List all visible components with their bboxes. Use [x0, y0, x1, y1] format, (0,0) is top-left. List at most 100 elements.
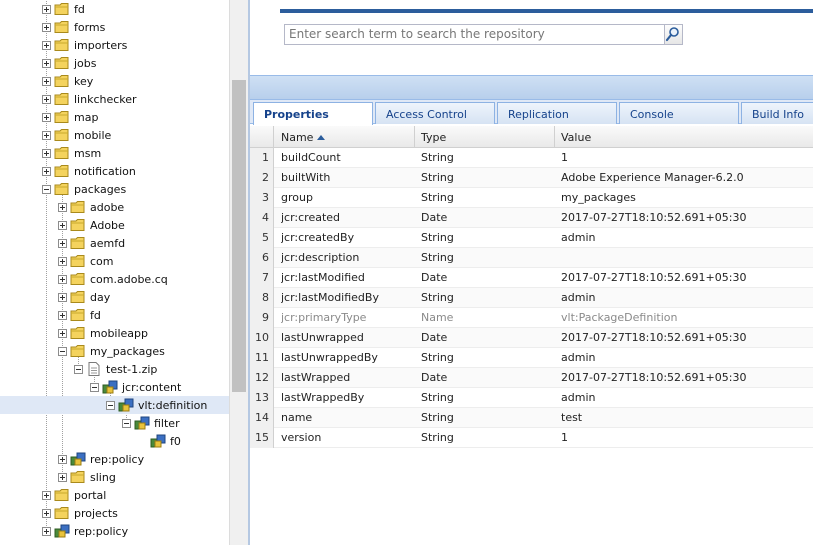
table-row[interactable]: 14 name String test	[250, 408, 813, 428]
tree-node[interactable]: projects	[0, 504, 229, 522]
tree-node[interactable]: rep:policy	[0, 522, 229, 540]
tree-node[interactable]: rep:policy	[0, 450, 229, 468]
expand-icon[interactable]	[58, 472, 67, 482]
tab-access-control[interactable]: Access Control	[375, 102, 495, 124]
tree-node[interactable]: forms	[0, 18, 229, 36]
tree-node[interactable]: packages	[0, 180, 229, 198]
expand-icon[interactable]	[42, 130, 51, 140]
table-row[interactable]: 13 lastWrappedBy String admin	[250, 388, 813, 408]
table-row[interactable]: 8 jcr:lastModifiedBy String admin	[250, 288, 813, 308]
tree-node[interactable]: mobileapp	[0, 324, 229, 342]
expand-icon[interactable]	[58, 220, 67, 230]
tree-node-label: f0	[170, 434, 181, 448]
tab-properties[interactable]: Properties	[253, 102, 373, 125]
tree-node[interactable]: jobs	[0, 54, 229, 72]
table-row[interactable]: 2 builtWith String Adobe Experience Manager…	[250, 168, 813, 188]
tree-node[interactable]: notification	[0, 162, 229, 180]
expand-icon[interactable]	[42, 4, 51, 14]
expand-icon[interactable]	[42, 148, 51, 158]
table-row[interactable]: 15 version String 1	[250, 428, 813, 448]
tree-node-label: map	[74, 110, 99, 124]
table-row[interactable]: 7 jcr:lastModified Date 2017-07-27T18:10:52…	[250, 268, 813, 288]
tree-node[interactable]: com	[0, 252, 229, 270]
tree-node[interactable]: key	[0, 72, 229, 90]
tree-node[interactable]: com.adobe.cq	[0, 270, 229, 288]
tree-node[interactable]: Adobe	[0, 216, 229, 234]
collapse-icon[interactable]	[90, 382, 99, 392]
tree-node[interactable]: map	[0, 108, 229, 126]
column-header-value[interactable]: Value	[555, 126, 813, 148]
property-type: Name	[421, 311, 454, 324]
table-row[interactable]: 1 buildCount String 1	[250, 148, 813, 168]
tree-node[interactable]: fd	[0, 0, 229, 18]
tree-node[interactable]: msm	[0, 144, 229, 162]
property-value: test	[561, 411, 583, 424]
table-row[interactable]: 6 jcr:description String	[250, 248, 813, 268]
search-button[interactable]	[665, 24, 683, 45]
expand-icon[interactable]	[42, 490, 51, 500]
expand-icon[interactable]	[42, 58, 51, 68]
tree-node[interactable]: linkchecker	[0, 90, 229, 108]
collapse-icon[interactable]	[74, 364, 83, 374]
expand-icon[interactable]	[42, 508, 51, 518]
property-name: lastUnwrappedBy	[281, 351, 378, 364]
table-row[interactable]: 9 jcr:primaryType Name vlt:PackageDefinitio…	[250, 308, 813, 328]
collapse-icon[interactable]	[122, 418, 131, 428]
property-name: builtWith	[281, 171, 331, 184]
table-row[interactable]: 12 lastWrapped Date 2017-07-27T18:10:52.691…	[250, 368, 813, 388]
tree-node[interactable]: importers	[0, 36, 229, 54]
tree-node[interactable]: vlt:definition	[0, 396, 229, 414]
table-row[interactable]: 4 jcr:created Date 2017-07-27T18:10:52.691+…	[250, 208, 813, 228]
tree-node[interactable]: aemfd	[0, 234, 229, 252]
column-header-type[interactable]: Type	[415, 126, 555, 148]
search-input[interactable]: Enter search term to search the reposito…	[284, 24, 665, 45]
property-value: 2017-07-27T18:10:52.691+05:30	[561, 271, 747, 284]
collapse-icon[interactable]	[58, 346, 67, 356]
collapse-icon[interactable]	[106, 400, 115, 410]
expand-icon[interactable]	[58, 256, 67, 266]
expand-icon[interactable]	[58, 292, 67, 302]
expand-icon[interactable]	[58, 202, 67, 212]
tree-node[interactable]: f0	[0, 432, 229, 450]
expand-icon[interactable]	[58, 310, 67, 320]
tree-node[interactable]: sling	[0, 468, 229, 486]
tree-scrollbar[interactable]	[229, 0, 248, 545]
collapse-icon[interactable]	[42, 184, 51, 194]
table-row[interactable]: 3 group String my_packages	[250, 188, 813, 208]
property-value: 1	[561, 151, 568, 164]
expand-icon[interactable]	[58, 238, 67, 248]
table-row[interactable]: 11 lastUnwrappedBy String admin	[250, 348, 813, 368]
expand-icon[interactable]	[42, 40, 51, 50]
tab-console[interactable]: Console	[619, 102, 739, 124]
tab-build-info[interactable]: Build Info	[741, 102, 813, 124]
tree-node[interactable]: portal	[0, 486, 229, 504]
tree-node[interactable]: mobile	[0, 126, 229, 144]
table-row[interactable]: 10 lastUnwrapped Date 2017-07-27T18:10:52.6…	[250, 328, 813, 348]
expand-icon[interactable]	[42, 76, 51, 86]
expand-icon[interactable]	[58, 274, 67, 284]
table-row[interactable]: 5 jcr:createdBy String admin	[250, 228, 813, 248]
property-type: String	[421, 411, 454, 424]
tree-node[interactable]: test-1.zip	[0, 360, 229, 378]
tree-node[interactable]: fd	[0, 306, 229, 324]
expand-icon[interactable]	[42, 22, 51, 32]
tree-node[interactable]: filter	[0, 414, 229, 432]
expand-icon[interactable]	[42, 526, 51, 536]
expand-icon[interactable]	[58, 454, 67, 464]
row-number: 5	[250, 228, 274, 248]
property-value: 1	[561, 431, 568, 444]
expand-icon[interactable]	[42, 94, 51, 104]
folder-icon	[70, 200, 86, 214]
expand-icon[interactable]	[42, 166, 51, 176]
expand-icon[interactable]	[42, 112, 51, 122]
expand-icon[interactable]	[58, 328, 67, 338]
tree-scrollbar-thumb[interactable]	[232, 80, 246, 392]
tree-node[interactable]: day	[0, 288, 229, 306]
tree-node[interactable]: my_packages	[0, 342, 229, 360]
tree-node[interactable]: jcr:content	[0, 378, 229, 396]
tree-node[interactable]: adobe	[0, 198, 229, 216]
tree-node-label: jobs	[74, 56, 97, 70]
tree-node-label: jcr:content	[122, 380, 182, 394]
column-header-name[interactable]: Name	[275, 126, 415, 148]
tab-replication[interactable]: Replication	[497, 102, 617, 124]
